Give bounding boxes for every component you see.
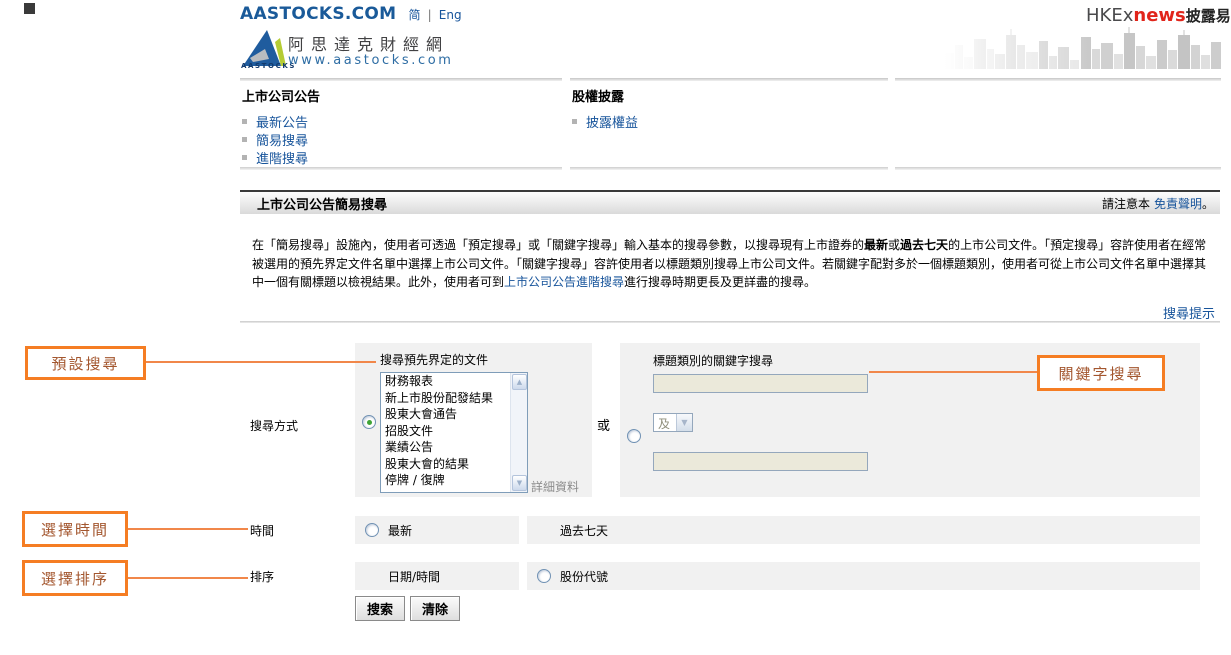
time-option-past7days[interactable]: 過去七天 bbox=[527, 516, 1200, 544]
lang-simplified-link[interactable]: 简 bbox=[409, 8, 421, 22]
time-option-latest[interactable]: 最新 bbox=[355, 516, 519, 544]
square-bullet-icon bbox=[572, 119, 577, 124]
callout-line bbox=[869, 371, 1037, 373]
nav-column-announcements: 上市公司公告 最新公告 簡易搜尋 進階搜尋 bbox=[240, 78, 562, 170]
advanced-search-link[interactable]: 上市公司公告進階搜尋 bbox=[504, 275, 624, 289]
divider bbox=[570, 78, 888, 81]
nav-item-label: 最新公告 bbox=[256, 112, 308, 131]
skyline-fade bbox=[944, 27, 1094, 71]
callout-line bbox=[128, 528, 248, 530]
document-type-listbox[interactable]: 財務報表 新上市股份配發結果 股東大會通告 招股文件 業績公告 股東大會的結果 … bbox=[380, 372, 528, 493]
listbox-option[interactable]: 業績公告 bbox=[381, 439, 511, 456]
scroll-down-icon[interactable]: ▼ bbox=[512, 475, 527, 491]
clear-button[interactable]: 清除 bbox=[410, 596, 460, 621]
callout-choose-sort: 選擇排序 bbox=[22, 560, 128, 596]
hkexnews-logo: HKExnews披露易 bbox=[1086, 5, 1231, 26]
sort-stockcode-radio[interactable] bbox=[537, 569, 551, 583]
square-bullet-icon bbox=[242, 155, 247, 160]
square-bullet-icon bbox=[242, 119, 247, 124]
listbox-scrollbar[interactable]: ▲ ▼ bbox=[510, 373, 527, 492]
hkex-chinese-text: 披露易 bbox=[1186, 7, 1231, 25]
site-url-text: www.aastocks.com bbox=[288, 53, 454, 68]
brand-title: AASTOCKS.COM bbox=[240, 4, 396, 24]
time-latest-radio[interactable] bbox=[365, 523, 379, 537]
disclaimer-note: 請注意本免責聲明。 bbox=[1102, 195, 1214, 212]
section-title-bar: 上市公司公告簡易搜尋 請注意本免責聲明。 bbox=[240, 190, 1220, 214]
keyword-category-label: 標題類別的關鍵字搜尋 bbox=[653, 352, 773, 369]
lang-english-link[interactable]: Eng bbox=[439, 8, 462, 22]
details-link[interactable]: 詳細資料 bbox=[531, 478, 579, 495]
time-past7days-label: 過去七天 bbox=[560, 522, 608, 539]
listbox-option[interactable]: 股東大會通告 bbox=[381, 406, 511, 423]
predefined-docs-label: 搜尋預先界定的文件 bbox=[380, 351, 488, 368]
search-button[interactable]: 搜索 bbox=[355, 596, 405, 621]
nav-title-announcements: 上市公司公告 bbox=[242, 86, 320, 105]
divider bbox=[895, 167, 1221, 170]
button-row: 搜索 清除 bbox=[355, 596, 460, 621]
chevron-down-icon[interactable]: ▼ bbox=[676, 414, 692, 431]
divider bbox=[570, 167, 888, 170]
lang-separator: | bbox=[428, 8, 432, 22]
intro-bold-past7days: 過去七天 bbox=[900, 238, 948, 252]
listbox-option[interactable]: 停牌 / 復牌 bbox=[381, 472, 511, 489]
callout-keyword-search: 關鍵字搜尋 bbox=[1037, 355, 1165, 391]
page: AASTOCKS.COM 简 | Eng AASTOCKS 阿思達克財經網 ww… bbox=[0, 0, 1231, 655]
header-brand-row: AASTOCKS.COM 简 | Eng bbox=[240, 4, 462, 24]
nav-item-label: 進階搜尋 bbox=[256, 148, 308, 167]
nav-item-simple-search[interactable]: 簡易搜尋 bbox=[242, 130, 308, 149]
disclaimer-link[interactable]: 免責聲明 bbox=[1154, 197, 1202, 211]
nav-column-empty bbox=[895, 78, 1221, 170]
listbox-option[interactable]: 財務報表 bbox=[381, 373, 511, 390]
sort-label: 排序 bbox=[250, 568, 274, 585]
or-label: 或 bbox=[597, 415, 610, 434]
hkex-text: HKEx bbox=[1086, 5, 1133, 26]
keyword-input-2[interactable] bbox=[653, 452, 868, 471]
and-operator-value: 及 bbox=[654, 414, 676, 431]
page-title: 上市公司公告簡易搜尋 bbox=[257, 194, 387, 213]
disclaimer-prefix: 請注意本 bbox=[1102, 197, 1150, 211]
hkex-news-text: news bbox=[1133, 5, 1185, 26]
search-method-label: 搜尋方式 bbox=[250, 417, 298, 434]
divider bbox=[240, 78, 562, 81]
nav-title-disclosure: 股權披露 bbox=[572, 86, 624, 105]
listbox-option[interactable]: 新上市股份配發結果 bbox=[381, 390, 511, 407]
divider bbox=[240, 167, 562, 170]
intro-text: 在「簡易搜尋」設施內，使用者可透過「預定搜尋」或「關鍵字搜尋」輸入基本的搜尋參數… bbox=[252, 238, 864, 252]
horizontal-divider bbox=[240, 321, 1220, 323]
intro-or: 或 bbox=[888, 238, 900, 252]
intro-paragraph: 在「簡易搜尋」設施內，使用者可透過「預定搜尋」或「關鍵字搜尋」輸入基本的搜尋參數… bbox=[252, 236, 1208, 292]
nav-item-advanced-search[interactable]: 進階搜尋 bbox=[242, 148, 308, 167]
callout-preset-search: 預設搜尋 bbox=[25, 346, 146, 380]
time-label: 時間 bbox=[250, 522, 274, 539]
search-tips-link[interactable]: 搜尋提示 bbox=[1163, 303, 1215, 322]
intro-bold-latest: 最新 bbox=[864, 238, 888, 252]
nav-item-disclosure-interests[interactable]: 披露權益 bbox=[572, 112, 638, 131]
callout-line bbox=[146, 361, 376, 363]
site-name-chinese: 阿思達克財經網 bbox=[288, 31, 449, 55]
sort-stockcode-label: 股份代號 bbox=[560, 568, 608, 585]
keyword-input-1[interactable] bbox=[653, 374, 868, 393]
divider bbox=[895, 78, 1221, 81]
callout-choose-time: 選擇時間 bbox=[22, 511, 128, 547]
nav-item-label: 簡易搜尋 bbox=[256, 130, 308, 149]
listbox-option[interactable]: 股東大會的結果 bbox=[381, 456, 511, 473]
sort-datetime-label: 日期/時間 bbox=[388, 568, 440, 585]
square-bullet-icon bbox=[242, 137, 247, 142]
predefined-search-radio[interactable] bbox=[362, 415, 376, 429]
scroll-up-icon[interactable]: ▲ bbox=[512, 374, 527, 390]
keyword-search-radio[interactable] bbox=[627, 429, 641, 443]
disclaimer-suffix: 。 bbox=[1202, 197, 1214, 211]
nav-item-label: 披露權益 bbox=[586, 112, 638, 131]
nav-column-disclosure: 股權披露 披露權益 bbox=[570, 78, 888, 170]
and-operator-select[interactable]: 及 ▼ bbox=[653, 413, 693, 432]
sort-option-datetime[interactable]: 日期/時間 bbox=[355, 562, 519, 590]
corner-icon bbox=[24, 3, 35, 14]
callout-line bbox=[128, 577, 248, 579]
listbox-option[interactable]: 招股文件 bbox=[381, 423, 511, 440]
sort-option-stockcode[interactable]: 股份代號 bbox=[527, 562, 1200, 590]
time-latest-label: 最新 bbox=[388, 522, 412, 539]
nav-item-latest-announcements[interactable]: 最新公告 bbox=[242, 112, 308, 131]
intro-text: 進行搜尋時期更長及更詳盡的搜尋。 bbox=[624, 275, 816, 289]
